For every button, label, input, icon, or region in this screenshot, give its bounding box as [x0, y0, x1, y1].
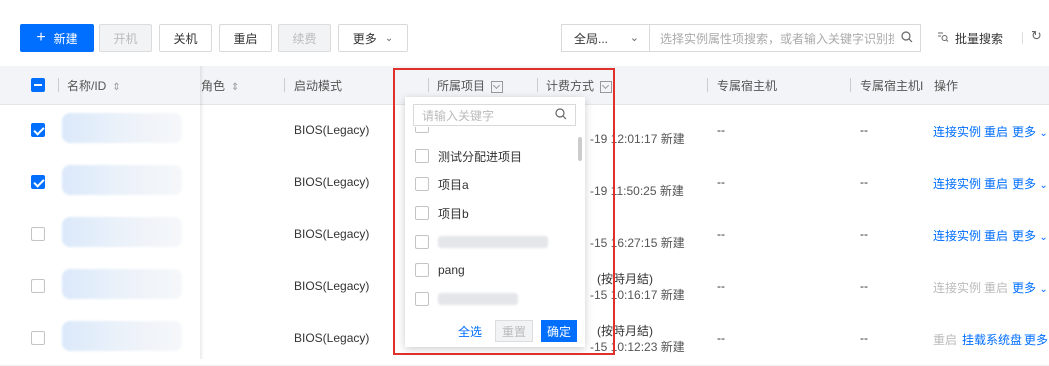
restart-button[interactable]: 重启: [219, 24, 272, 52]
restart-link[interactable]: 重启: [984, 227, 1008, 244]
chevron-down-icon: ⌄: [1039, 128, 1048, 139]
chevron-down-icon: ⌄: [384, 32, 394, 44]
highlight-box: [393, 68, 615, 355]
more-button[interactable]: 更多 ⌄: [338, 24, 408, 52]
instance-name-redacted[interactable]: [62, 269, 182, 299]
more-link-label: 更多: [1012, 281, 1037, 295]
boot-mode: BIOS(Legacy): [294, 279, 370, 293]
new-button-label: 新建: [53, 31, 78, 46]
dedicated-host: --: [717, 175, 725, 189]
instance-name-redacted[interactable]: [62, 321, 182, 351]
connect-instance-link[interactable]: 连接实例: [933, 175, 981, 192]
select-all-checkbox[interactable]: [31, 78, 45, 92]
more-link[interactable]: 更多 ⌄: [1012, 227, 1048, 244]
renew-button[interactable]: 续费: [278, 24, 331, 52]
chevron-down-icon: ⌄: [1039, 232, 1048, 243]
power-on-button[interactable]: 开机: [99, 24, 152, 52]
header-role-label: 角色: [201, 79, 226, 93]
sort-icon[interactable]: ⇕: [112, 82, 120, 93]
search-input[interactable]: 选择实例属性项搜索，或者输入关键字识别搜索: [650, 30, 894, 47]
connect-instance-link[interactable]: 连接实例: [933, 227, 981, 244]
row-checkbox[interactable]: [31, 227, 45, 241]
column-divider: [707, 78, 708, 92]
dedicated-host-id: --: [860, 279, 868, 293]
dedicated-host-id: --: [860, 123, 868, 137]
header-name-id-label: 名称/ID: [67, 79, 107, 93]
header-actions: 操作: [934, 79, 959, 93]
more-link-label: 更多: [1012, 125, 1037, 139]
row-checkbox[interactable]: [31, 123, 45, 137]
row-checkbox[interactable]: [31, 175, 45, 189]
dedicated-host-id: --: [860, 227, 868, 241]
boot-mode: BIOS(Legacy): [294, 331, 370, 345]
restart-link[interactable]: 重启: [984, 175, 1008, 192]
batch-search-icon: [937, 31, 949, 46]
instance-name-redacted[interactable]: [62, 217, 182, 247]
search-bar: 全局... ⌄ 选择实例属性项搜索，或者输入关键字识别搜索: [561, 24, 921, 52]
row-checkbox[interactable]: [31, 279, 45, 293]
more-link[interactable]: 更多 ⌄: [1012, 123, 1048, 140]
more-link[interactable]: 更多 ⌄: [1012, 279, 1048, 296]
header-boot-mode: 启动模式: [294, 79, 343, 93]
row-checkbox[interactable]: [31, 331, 45, 345]
restart-link[interactable]: 重启: [984, 123, 1008, 140]
dedicated-host: --: [717, 279, 725, 293]
chevron-down-icon: ⌄: [629, 32, 639, 44]
search-icon[interactable]: [894, 30, 920, 46]
chevron-down-icon: ⌄: [1039, 284, 1048, 295]
frozen-column-shadow: [200, 66, 204, 359]
power-off-button[interactable]: 关机: [159, 24, 212, 52]
divider: [1022, 32, 1023, 44]
toolbar: + 新建 开机 关机 重启 续费 更多 ⌄ 全局... ⌄ 选择实例属性项搜索，…: [0, 0, 1049, 66]
more-link-label: 更多: [1012, 229, 1037, 243]
instance-name-redacted[interactable]: [62, 113, 182, 143]
plus-icon: +: [36, 29, 46, 46]
column-divider: [284, 78, 285, 92]
boot-mode: BIOS(Legacy): [294, 175, 370, 189]
connect-instance-link[interactable]: 连接实例: [933, 123, 981, 140]
header-dedicated-host: 专属宿主机: [717, 79, 778, 93]
refresh-icon[interactable]: ↻: [1031, 28, 1042, 44]
header-dedicated-host-id: 专属宿主机I: [860, 79, 924, 93]
new-button[interactable]: + 新建: [20, 24, 94, 52]
header-name-id[interactable]: 名称/ID ⇕: [67, 77, 121, 94]
search-scope-select[interactable]: 全局... ⌄: [562, 25, 650, 51]
search-scope-value: 全局...: [574, 31, 609, 46]
more-link-label: 更多: [1012, 177, 1037, 191]
dedicated-host: --: [717, 123, 725, 137]
more-link[interactable]: 更多: [1024, 331, 1048, 348]
dedicated-host: --: [717, 227, 725, 241]
more-button-label: 更多: [352, 31, 377, 46]
batch-search-button[interactable]: 批量搜索: [937, 30, 1003, 47]
dedicated-host: --: [717, 331, 725, 345]
boot-mode: BIOS(Legacy): [294, 123, 370, 137]
column-divider: [58, 78, 59, 92]
dedicated-host-id: --: [860, 331, 868, 345]
restart-link[interactable]: 重启: [984, 279, 1008, 296]
column-divider: [850, 78, 851, 92]
chevron-down-icon: ⌄: [1039, 180, 1048, 191]
batch-search-label: 批量搜索: [955, 32, 1004, 46]
instance-name-redacted[interactable]: [62, 165, 182, 195]
sort-icon[interactable]: ⇕: [231, 82, 239, 93]
more-link[interactable]: 更多 ⌄: [1012, 175, 1048, 192]
dedicated-host-id: --: [860, 175, 868, 189]
boot-mode: BIOS(Legacy): [294, 227, 370, 241]
header-role[interactable]: 角色 ⇕: [201, 77, 239, 94]
restart-link[interactable]: 重启: [933, 331, 957, 348]
mount-system-disk-link[interactable]: 挂载系统盘: [962, 331, 1022, 348]
connect-instance-link[interactable]: 连接实例: [933, 279, 981, 296]
